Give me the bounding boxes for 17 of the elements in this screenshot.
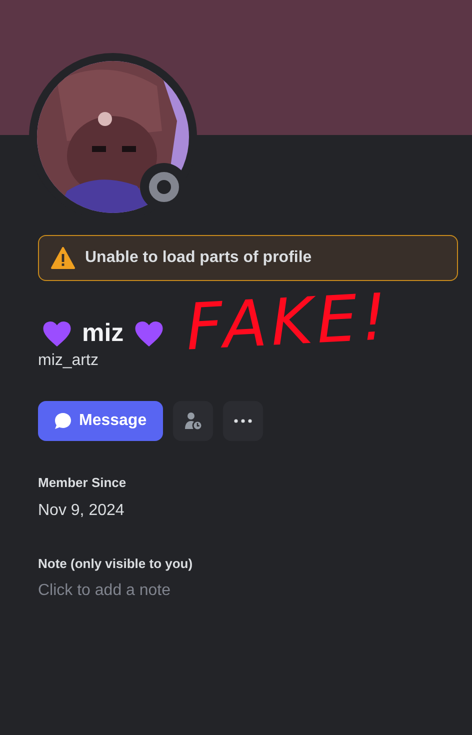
heart-icon [134,320,164,348]
display-name: miz [82,318,124,350]
section-label: Note (only visible to you) [38,554,193,573]
message-button[interactable]: Message [38,401,163,441]
annotation-text: FAKE! [184,286,392,360]
warning-text: Unable to load parts of profile [85,248,312,268]
warning-icon [51,247,75,269]
username: miz_artz [38,351,98,371]
note-field[interactable]: Click to add a note [38,579,338,603]
member-since-date: Nov 9, 2024 [38,500,124,520]
user-clock-button[interactable] [172,401,213,441]
more-icon [234,419,252,423]
more-options-button[interactable] [222,401,263,441]
user-clock-icon [182,411,203,431]
section-label: Member Since [38,474,126,492]
chat-bubble-icon [54,412,72,430]
heart-icon [42,320,72,348]
